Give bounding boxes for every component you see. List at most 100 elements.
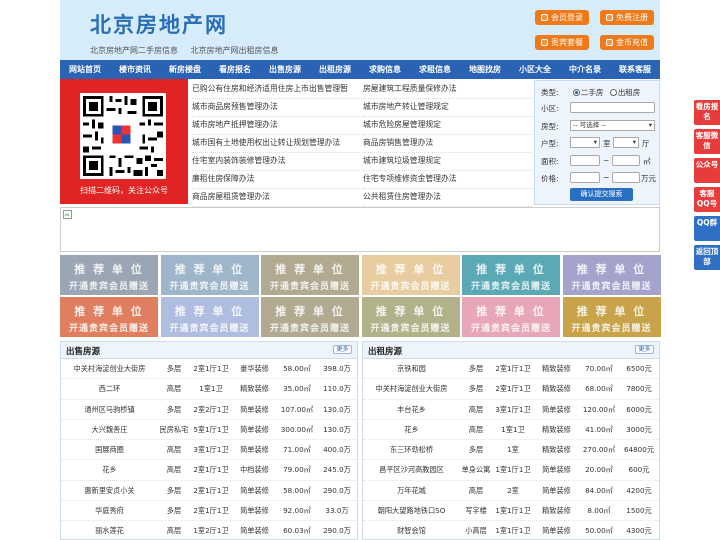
side-official-account[interactable]: 公众号: [694, 158, 720, 183]
side-wechat[interactable]: 客服微信: [694, 129, 720, 154]
news-item[interactable]: 商品房销售管理办法: [363, 135, 533, 153]
nav-for-sale[interactable]: 出售房源: [260, 60, 310, 79]
table-row[interactable]: 中关村海淀创业大街房 多层 2室1厅1卫 精致装修 68.00㎡ 7800元: [363, 379, 659, 400]
rent-more-button[interactable]: 更多: [635, 345, 654, 354]
news-item[interactable]: 住宅专项维修资金管理办法: [363, 171, 533, 189]
side-viewing-signup[interactable]: 看房报名: [694, 100, 720, 125]
listing-community[interactable]: 华庭秀府: [61, 501, 158, 520]
hall-select[interactable]: ▾: [613, 137, 639, 148]
vip-package-button[interactable]: 贵宾套餐: [535, 35, 589, 50]
promo-tile[interactable]: 推 荐 单 位开通贵宾会员赠送: [261, 255, 359, 295]
promo-tile[interactable]: 推 荐 单 位开通贵宾会员赠送: [462, 255, 560, 295]
table-row[interactable]: 东三环劲松桥 多层 1室 精致装修 270.00㎡ 64800元: [363, 440, 659, 461]
news-item[interactable]: 城市房地产抵押管理办法: [192, 117, 362, 135]
table-row[interactable]: 万年花城 高层 2室 简单装修 84.00㎡ 4200元: [363, 481, 659, 502]
nav-home[interactable]: 网站首页: [60, 60, 110, 79]
news-item[interactable]: 城市建筑垃圾管理规定: [363, 153, 533, 171]
nav-map-search[interactable]: 地图找房: [460, 60, 510, 79]
promo-tile[interactable]: 推 荐 单 位开通贵宾会员赠送: [562, 255, 661, 295]
news-item[interactable]: 城市商品房预售管理办法: [192, 99, 362, 117]
listing-community[interactable]: 大兴魏善庄: [61, 420, 158, 439]
table-row[interactable]: 西二环 高层 1室1卫 精致装修 35.00㎡ 110.0万: [61, 379, 357, 400]
listing-community[interactable]: 万年花城: [363, 481, 460, 500]
ad-banner[interactable]: [60, 207, 660, 252]
promo-tile[interactable]: 推 荐 单 位开通贵宾会员赠送: [60, 255, 158, 295]
listing-community[interactable]: 朝阳大望路地铁口SO: [363, 501, 460, 520]
promo-tile[interactable]: 推 荐 单 位开通贵宾会员赠送: [562, 297, 661, 337]
register-button[interactable]: 免费注册: [600, 10, 654, 25]
room-select[interactable]: ▾: [570, 137, 600, 148]
sublink-rent[interactable]: 北京房地产网出租房信息: [191, 46, 279, 55]
listing-community[interactable]: 花乡: [363, 420, 460, 439]
news-item[interactable]: 城市国有土地使用权出让转让规划管理办法: [192, 135, 362, 153]
news-item[interactable]: 廉租住房保障办法: [192, 171, 362, 189]
listing-community[interactable]: 西二环: [61, 379, 158, 398]
table-row[interactable]: 丰台花乡 高层 3室1厅1卫 简单装修 120.00㎡ 6000元: [363, 400, 659, 420]
sale-radio[interactable]: 二手房: [572, 88, 603, 97]
community-input[interactable]: [570, 102, 655, 113]
listing-community[interactable]: 东三环劲松桥: [363, 440, 460, 459]
listing-community[interactable]: 国展商圈: [61, 440, 158, 459]
side-back-to-top[interactable]: 返回顶部: [694, 245, 720, 270]
listing-community[interactable]: 中关村海淀创业大街房: [363, 379, 460, 398]
nav-for-rent[interactable]: 出租房源: [310, 60, 360, 79]
sublink-sale[interactable]: 北京房地产网二手房信息: [90, 46, 178, 55]
area-min-input[interactable]: [570, 155, 600, 166]
nav-agencies[interactable]: 中介名录: [560, 60, 610, 79]
table-row[interactable]: 华庭秀府 多层 2室1厅1卫 简单装修 92.00㎡ 33.0万: [61, 501, 357, 522]
nav-new-homes[interactable]: 新房楼盘: [160, 60, 210, 79]
nav-communities[interactable]: 小区大全: [510, 60, 560, 79]
promo-tile[interactable]: 推 荐 单 位开通贵宾会员赠送: [160, 255, 259, 295]
rent-radio[interactable]: 出租房: [609, 88, 640, 97]
promo-tile[interactable]: 推 荐 单 位开通贵宾会员赠送: [160, 297, 259, 337]
nav-want-to-rent[interactable]: 求租信息: [410, 60, 460, 79]
news-item[interactable]: 城市房地产转让管理规定: [363, 99, 533, 117]
login-button[interactable]: 会员登录: [535, 10, 589, 25]
news-item[interactable]: 商品房屋租赁管理办法: [192, 189, 362, 207]
table-row[interactable]: 花乡 高层 2室1厅1卫 中档装修 79.00㎡ 245.0万: [61, 460, 357, 481]
table-row[interactable]: 京铁和园 多层 2室1厅1卫 精致装修 70.00㎡ 6500元: [363, 359, 659, 380]
side-service-qq[interactable]: 客服QQ号: [694, 187, 720, 212]
table-row[interactable]: 通州区马驹桥镇 多层 2室2厅1卫 简单装修 107.00㎡ 130.0万: [61, 400, 357, 420]
table-row[interactable]: 财智会馆 小高层 1室1厅1卫 简单装修 50.00㎡ 4300元: [363, 521, 659, 540]
promo-tile[interactable]: 推 荐 单 位开通贵宾会员赠送: [361, 255, 460, 295]
news-item[interactable]: 已购公有住房和经济适用住房上市出售管理暂: [192, 81, 362, 99]
listing-community[interactable]: 中关村海淀创业大街房: [61, 359, 158, 378]
promo-tile[interactable]: 推 荐 单 位开通贵宾会员赠送: [361, 297, 460, 337]
table-row[interactable]: 国展商圈 高层 3室1厅1卫 简单装修 71.00㎡ 400.0万: [61, 440, 357, 461]
table-row[interactable]: 大兴魏善庄 民房私宅 5室1厅1卫 简单装修 300.00㎡ 130.0万: [61, 420, 357, 441]
table-row[interactable]: 中关村海淀创业大街房 多层 2室1厅1卫 豪华装修 58.00㎡ 398.0万: [61, 359, 357, 380]
news-item[interactable]: 房屋建筑工程质量保修办法: [363, 81, 533, 99]
news-item[interactable]: 住宅室内装饰装修管理办法: [192, 153, 362, 171]
nav-news[interactable]: 楼市资讯: [110, 60, 160, 79]
nav-want-to-buy[interactable]: 求购信息: [360, 60, 410, 79]
table-row[interactable]: 昌平区沙河高教园区 单身公寓 1室1厅1卫 简单装修 20.00㎡ 600元: [363, 460, 659, 481]
table-row[interactable]: 惠新里安贞小关 多层 2室1厅1卫 简单装修 58.00㎡ 290.0万: [61, 481, 357, 502]
listing-community[interactable]: 丰台花乡: [363, 400, 460, 419]
table-row[interactable]: 朝阳大望路地铁口SO 写字楼 1室1厅1卫 精致装修 8.00㎡ 1500元: [363, 501, 659, 522]
side-qq-group[interactable]: QQ群: [694, 216, 720, 241]
promo-tile[interactable]: 推 荐 单 位开通贵宾会员赠送: [261, 297, 359, 337]
price-min-input[interactable]: [570, 172, 600, 183]
price-max-input[interactable]: [612, 172, 640, 183]
sale-more-button[interactable]: 更多: [333, 345, 352, 354]
nav-contact[interactable]: 联系客服: [610, 60, 660, 79]
news-item[interactable]: 公共租赁住房管理办法: [363, 189, 533, 207]
news-item[interactable]: 城市危险房屋管理规定: [363, 117, 533, 135]
listing-community[interactable]: 丽水莲花: [61, 521, 158, 540]
promo-tile[interactable]: 推 荐 单 位开通贵宾会员赠送: [462, 297, 560, 337]
recharge-button[interactable]: 金币充值: [600, 35, 654, 50]
listing-community[interactable]: 财智会馆: [363, 521, 460, 540]
listing-community[interactable]: 昌平区沙河高教园区: [363, 460, 460, 479]
promo-tile[interactable]: 推 荐 单 位开通贵宾会员赠送: [60, 297, 158, 337]
nav-viewing-signup[interactable]: 看房报名: [210, 60, 260, 79]
layout-select[interactable]: -- 可选择 -- ▾: [570, 120, 655, 131]
listing-community[interactable]: 京铁和园: [363, 359, 460, 378]
table-row[interactable]: 丽水莲花 高层 1室2厅1卫 简单装修 60.03㎡ 290.0万: [61, 521, 357, 540]
area-max-input[interactable]: [612, 155, 640, 166]
listing-community[interactable]: 通州区马驹桥镇: [61, 400, 158, 419]
search-submit-button[interactable]: 确认提交搜索: [570, 188, 633, 201]
listing-community[interactable]: 花乡: [61, 460, 158, 479]
listing-community[interactable]: 惠新里安贞小关: [61, 481, 158, 500]
site-logo[interactable]: 北京房地产网: [90, 9, 228, 39]
